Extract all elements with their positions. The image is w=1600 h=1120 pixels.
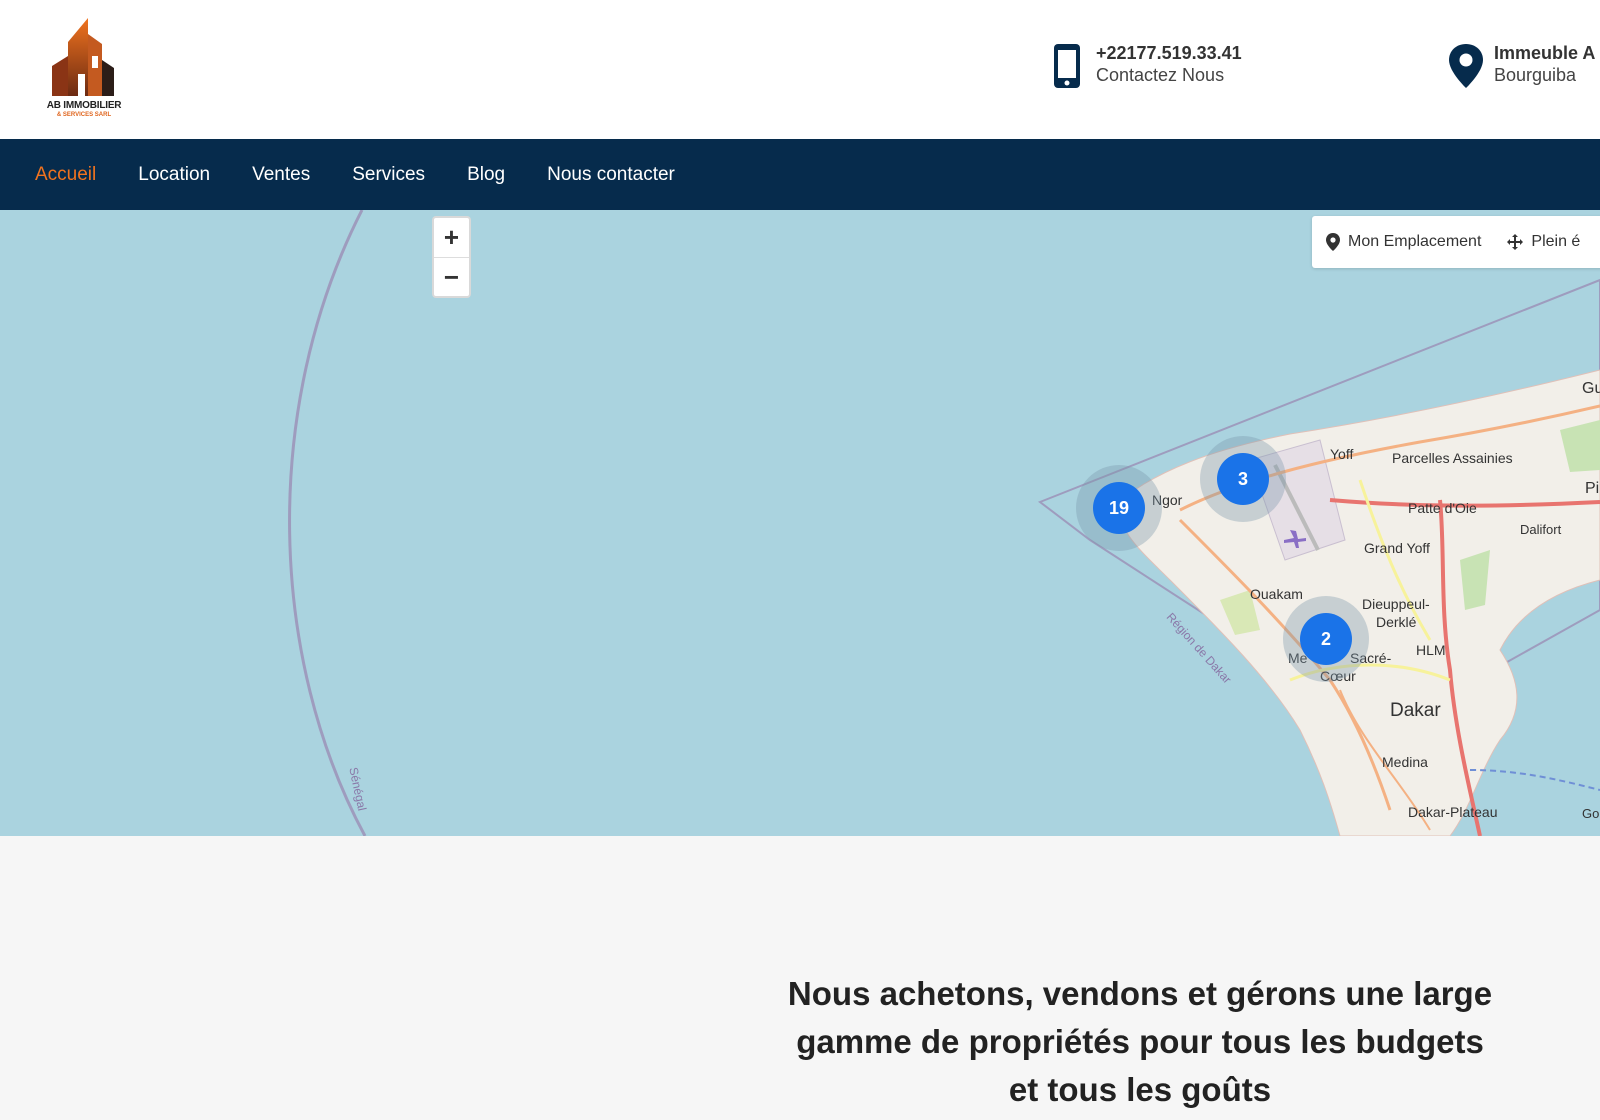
headline-line: et tous les goûts xyxy=(1008,1071,1272,1108)
headline-line: Nous achetons, vendons et gérons une lar… xyxy=(787,975,1493,1012)
fullscreen-button[interactable]: Plein é xyxy=(1507,233,1580,251)
map-label-medina: Medina xyxy=(1382,754,1428,770)
map-label-go: Go xyxy=(1582,806,1600,821)
nav-item-services[interactable]: Services xyxy=(352,164,425,186)
nav-item-location[interactable]: Location xyxy=(138,164,210,186)
address-line2: Bourguiba xyxy=(1494,65,1577,85)
brand-logo[interactable]: AB IMMOBILIER & SERVICES SARL xyxy=(38,16,130,124)
building-logo-icon xyxy=(52,18,114,96)
brand-name: AB IMMOBILIER xyxy=(46,100,122,111)
phone-label: Contactez Nous xyxy=(1096,65,1225,85)
fullscreen-label: Plein é xyxy=(1531,233,1581,250)
zoom-out-button[interactable]: − xyxy=(434,257,469,296)
map-toolbar: Mon Emplacement Plein é xyxy=(1312,216,1600,268)
address-contact[interactable]: Immeuble A Bourguiba xyxy=(1446,42,1595,90)
map-cluster[interactable]: 3 xyxy=(1200,436,1286,522)
nav-item-blog[interactable]: Blog xyxy=(467,164,505,186)
map-label-ouakam: Ouakam xyxy=(1250,586,1303,602)
map-label-hlm: HLM xyxy=(1416,642,1446,658)
move-arrows-icon xyxy=(1507,234,1524,250)
map-cluster[interactable]: 19 xyxy=(1076,465,1162,551)
map-label-patte: Patte d'Oie xyxy=(1408,500,1477,516)
map-label-dakar: Dakar xyxy=(1390,700,1441,721)
address-line1: Immeuble A xyxy=(1494,43,1596,63)
map-label-plateau: Dakar-Plateau xyxy=(1408,804,1498,820)
map-cluster[interactable]: 2 xyxy=(1283,596,1369,682)
cluster-count: 19 xyxy=(1093,482,1145,534)
main-navigation: Accueil Location Ventes Services Blog No… xyxy=(0,139,1600,210)
cluster-count: 2 xyxy=(1300,613,1352,665)
location-pin-icon xyxy=(1326,233,1340,251)
map-label-pi: Pi xyxy=(1585,480,1600,497)
headline-line: gamme de propriétés pour tous les budget… xyxy=(796,1023,1484,1060)
hero-headline: Nous achetons, vendons et gérons une lar… xyxy=(760,970,1520,1114)
map-label-dieuppeul: Dieuppeul- xyxy=(1362,596,1430,612)
map-label-dalifort: Dalifort xyxy=(1520,522,1562,537)
mobile-phone-icon xyxy=(1054,44,1080,88)
nav-item-ventes[interactable]: Ventes xyxy=(252,164,310,186)
map-label-gu: Gu xyxy=(1582,380,1600,397)
cluster-count: 3 xyxy=(1217,453,1269,505)
map-label-yoff: Yoff xyxy=(1330,446,1354,462)
zoom-in-button[interactable]: + xyxy=(434,218,469,257)
nav-item-accueil[interactable]: Accueil xyxy=(35,164,96,186)
location-pin-icon xyxy=(1449,44,1483,88)
map-label-grand-yoff: Grand Yoff xyxy=(1364,540,1430,556)
my-location-label: Mon Emplacement xyxy=(1348,233,1482,250)
zoom-control: + − xyxy=(432,216,471,298)
map-label-parcelles: Parcelles Assainies xyxy=(1392,450,1513,466)
map-label-derkle: Derklé xyxy=(1376,614,1417,630)
map-tiles xyxy=(288,210,1600,836)
phone-number: +22177.519.33.41 xyxy=(1096,43,1242,63)
site-header: AB IMMOBILIER & SERVICES SARL +22177.519… xyxy=(0,0,1600,139)
brand-tagline: & SERVICES SARL xyxy=(56,112,112,118)
my-location-button[interactable]: Mon Emplacement xyxy=(1326,233,1481,251)
property-map[interactable]: Yoff Parcelles Assainies Gu Pi Ngor Patt… xyxy=(0,210,1600,836)
phone-contact[interactable]: +22177.519.33.41 Contactez Nous xyxy=(1048,42,1242,90)
nav-item-nous-contacter[interactable]: Nous contacter xyxy=(547,164,675,186)
